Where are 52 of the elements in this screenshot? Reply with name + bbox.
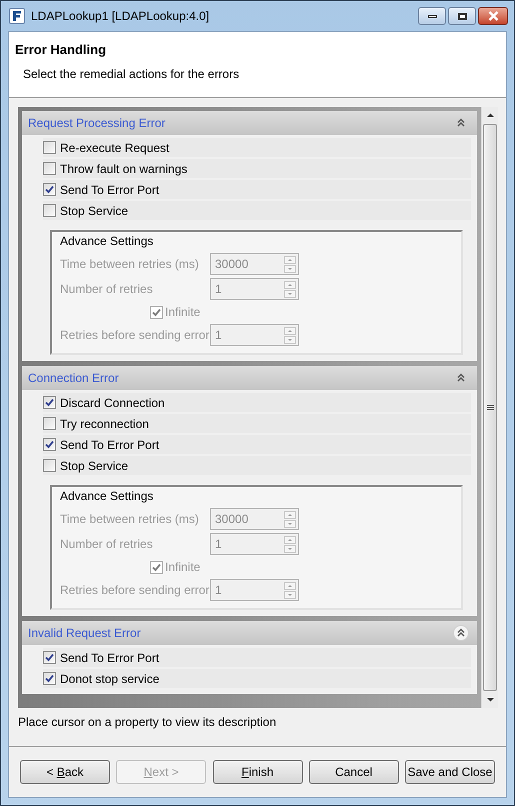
app-icon	[9, 8, 25, 24]
field-label: Number of retries	[60, 536, 154, 553]
checkbox[interactable]	[43, 396, 56, 409]
window-title: LDAPLookup1 [LDAPLookup:4.0]	[31, 8, 210, 25]
field-label: Time between retries (ms)	[60, 256, 200, 273]
scroll-thumb[interactable]	[483, 124, 497, 691]
dialog-button[interactable]: Cancel	[308, 760, 399, 784]
option-label: Stop Service	[60, 202, 128, 220]
section-title: Request Processing Error	[28, 115, 166, 132]
section-header[interactable]: Connection Error	[22, 366, 477, 390]
close-icon	[488, 11, 498, 21]
minimize-button[interactable]	[418, 7, 446, 25]
field-label: Number of retries	[60, 281, 154, 298]
group-title: Advance Settings	[60, 488, 154, 504]
checkbox[interactable]	[43, 162, 56, 175]
maximize-button[interactable]	[448, 7, 476, 25]
option-label: Re-execute Request	[60, 140, 170, 156]
checkbox[interactable]	[43, 417, 56, 430]
section-header[interactable]: Request Processing Error	[22, 111, 477, 135]
checkbox-label: Infinite	[165, 559, 200, 576]
option-label: Throw fault on warnings	[60, 160, 188, 178]
close-button[interactable]	[478, 7, 508, 25]
dialog-button[interactable]: Finish	[212, 760, 302, 784]
description-text: Place cursor on a property to view its description	[18, 714, 278, 731]
checkbox[interactable]	[43, 204, 56, 217]
page-subtitle: Select the remedial actions for the errors	[23, 66, 240, 82]
option-label: Discard Connection	[60, 394, 165, 412]
checkbox[interactable]	[43, 141, 56, 154]
dialog-button[interactable]: Save and Close	[405, 760, 495, 784]
group-title: Advance Settings	[60, 233, 154, 249]
checkbox[interactable]	[43, 183, 56, 196]
collapse-icon[interactable]	[453, 625, 469, 641]
page-title: Error Handling	[15, 41, 108, 59]
field-label: Retries before sending error	[60, 327, 210, 344]
option-label: Send To Error Port	[60, 650, 160, 666]
option-label: Donot stop service	[60, 670, 160, 688]
section-header[interactable]: Invalid Request Error	[22, 621, 477, 645]
checkbox[interactable]	[43, 672, 56, 685]
checkbox-label: Infinite	[165, 304, 200, 321]
option-label: Try reconnection	[60, 416, 149, 432]
checkbox[interactable]	[43, 651, 56, 664]
scrollbar[interactable]	[481, 107, 498, 708]
option-label: Stop Service	[60, 458, 128, 474]
dialog-button[interactable]: < Back	[20, 760, 110, 784]
checkbox[interactable]	[43, 438, 56, 451]
section-title: Connection Error	[28, 370, 119, 387]
field-label: Retries before sending error	[60, 582, 210, 599]
option-label: Send To Error Port	[60, 182, 160, 198]
checkbox[interactable]	[43, 459, 56, 472]
field-label: Time between retries (ms)	[60, 511, 200, 528]
section-title: Invalid Request Error	[28, 625, 141, 642]
option-label: Send To Error Port	[60, 436, 160, 454]
